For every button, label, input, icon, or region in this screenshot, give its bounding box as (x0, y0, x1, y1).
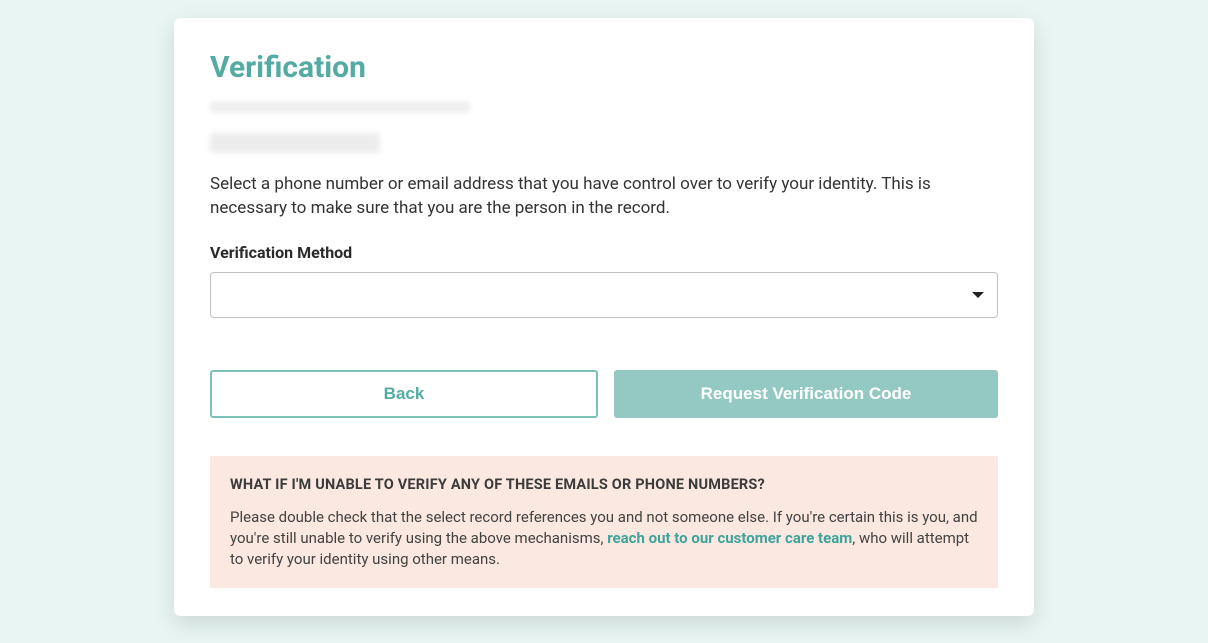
back-button[interactable]: Back (210, 370, 598, 418)
redacted-subtitle (210, 101, 470, 113)
request-verification-code-button[interactable]: Request Verification Code (614, 370, 998, 418)
page-title: Verification (210, 50, 998, 85)
verification-card: Verification Select a phone number or em… (174, 18, 1034, 616)
instructions-text: Select a phone number or email address t… (210, 173, 998, 221)
redacted-name (210, 133, 380, 153)
verification-method-select-wrapper (210, 272, 998, 318)
help-box: WHAT IF I'M UNABLE TO VERIFY ANY OF THES… (210, 456, 998, 588)
customer-care-link[interactable]: reach out to our customer care team (607, 529, 852, 547)
help-box-body: Please double check that the select reco… (230, 507, 978, 570)
verification-method-label: Verification Method (210, 243, 998, 262)
help-box-title: WHAT IF I'M UNABLE TO VERIFY ANY OF THES… (230, 476, 978, 493)
verification-method-select[interactable] (210, 272, 998, 318)
button-row: Back Request Verification Code (210, 370, 998, 418)
